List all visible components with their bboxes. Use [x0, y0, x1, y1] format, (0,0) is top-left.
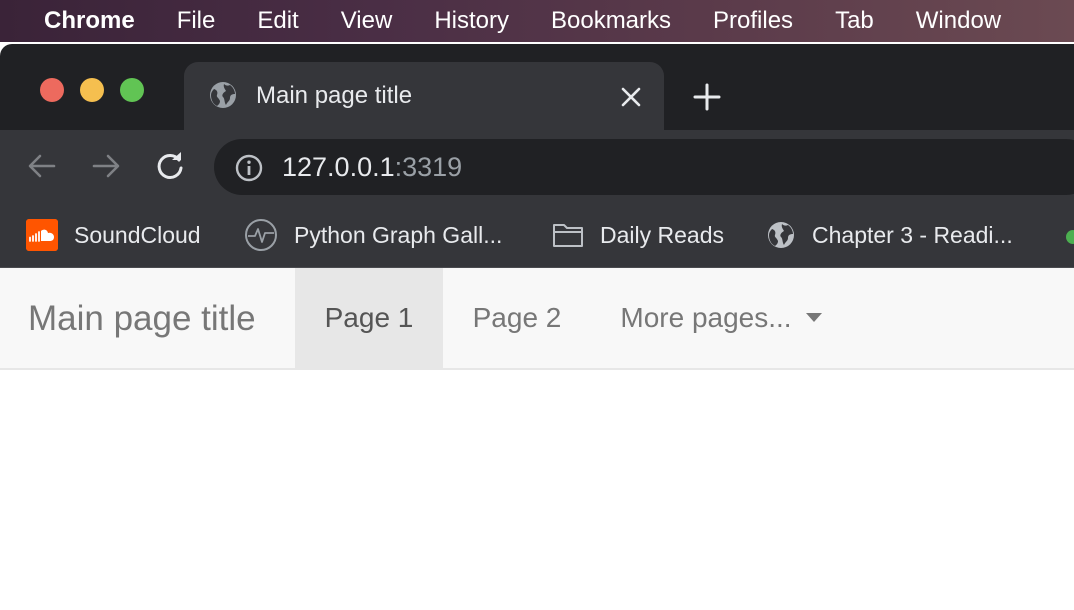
nav-item-page-2[interactable]: Page 2 — [443, 268, 591, 368]
bookmark-python-graph-gallery[interactable]: Python Graph Gall... — [244, 202, 503, 267]
address-bar[interactable]: 127.0.0.1:3319 — [214, 139, 1074, 195]
bookmark-folder-daily-reads[interactable]: Daily Reads — [552, 202, 724, 267]
bookmark-label: Daily Reads — [600, 221, 724, 248]
nav-item-label: Page 1 — [324, 302, 414, 333]
nav-item-page-1[interactable]: Page 1 — [295, 268, 443, 368]
macos-menu-bar: Chrome File Edit View History Bookmarks … — [0, 0, 1074, 42]
bookmark-chapter-3[interactable]: Chapter 3 - Readi... — [766, 202, 1013, 267]
bookmark-soundcloud[interactable]: SoundCloud — [26, 202, 201, 267]
url-port: :3319 — [394, 152, 463, 182]
menu-view[interactable]: View — [320, 0, 414, 42]
page-content: Main page title Page 1 Page 2 More pages… — [0, 268, 1074, 610]
browser-toolbar: 127.0.0.1:3319 — [0, 130, 1074, 202]
menu-history[interactable]: History — [413, 0, 530, 42]
menu-window[interactable]: Window — [895, 0, 1022, 42]
menu-profiles[interactable]: Profiles — [692, 0, 814, 42]
tab-title: Main page title — [256, 82, 413, 109]
menu-bookmarks[interactable]: Bookmarks — [530, 0, 692, 42]
bookmark-label: Python Graph Gall... — [294, 221, 503, 248]
menu-edit[interactable]: Edit — [236, 0, 319, 42]
bookmark-label: Chapter 3 - Readi... — [812, 221, 1013, 248]
menu-file[interactable]: File — [156, 0, 237, 42]
navbar-brand[interactable]: Main page title — [28, 268, 256, 370]
reload-icon[interactable] — [154, 150, 186, 182]
forward-icon[interactable] — [90, 150, 122, 182]
menu-chrome[interactable]: Chrome — [0, 0, 156, 42]
close-icon[interactable] — [618, 84, 644, 110]
url-host: 127.0.0.1 — [282, 152, 395, 182]
url-text: 127.0.0.1:3319 — [282, 139, 462, 195]
nav-item-label: More pages... — [620, 302, 792, 333]
tab-main-page[interactable]: Main page title — [184, 62, 664, 130]
site-navbar: Main page title Page 1 Page 2 More pages… — [0, 268, 1074, 370]
bookmark-overflow-icon[interactable] — [1066, 230, 1074, 244]
nav-dropdown-more-pages[interactable]: More pages... — [591, 268, 851, 368]
tab-strip: Main page title — [0, 44, 1074, 130]
minimize-window-button[interactable] — [80, 78, 104, 102]
caret-down-icon — [805, 313, 822, 323]
bookmark-label: SoundCloud — [74, 221, 201, 248]
nav-item-label: Page 2 — [472, 302, 562, 333]
folder-icon — [553, 224, 583, 247]
bookmarks-bar: SoundCloud Python Graph Gall... Daily Re… — [0, 202, 1074, 268]
close-window-button[interactable] — [40, 78, 64, 102]
globe-icon — [768, 222, 794, 248]
new-tab-icon[interactable] — [692, 82, 722, 112]
back-icon[interactable] — [26, 150, 58, 182]
fullscreen-window-button[interactable] — [120, 78, 144, 102]
graph-icon — [245, 219, 277, 251]
globe-icon — [210, 82, 236, 108]
soundcloud-icon — [26, 219, 58, 251]
menu-tab[interactable]: Tab — [814, 0, 895, 42]
info-icon[interactable] — [234, 153, 264, 183]
browser-window: Main page title 127.0.0.1:3319 SoundClou… — [0, 44, 1074, 610]
